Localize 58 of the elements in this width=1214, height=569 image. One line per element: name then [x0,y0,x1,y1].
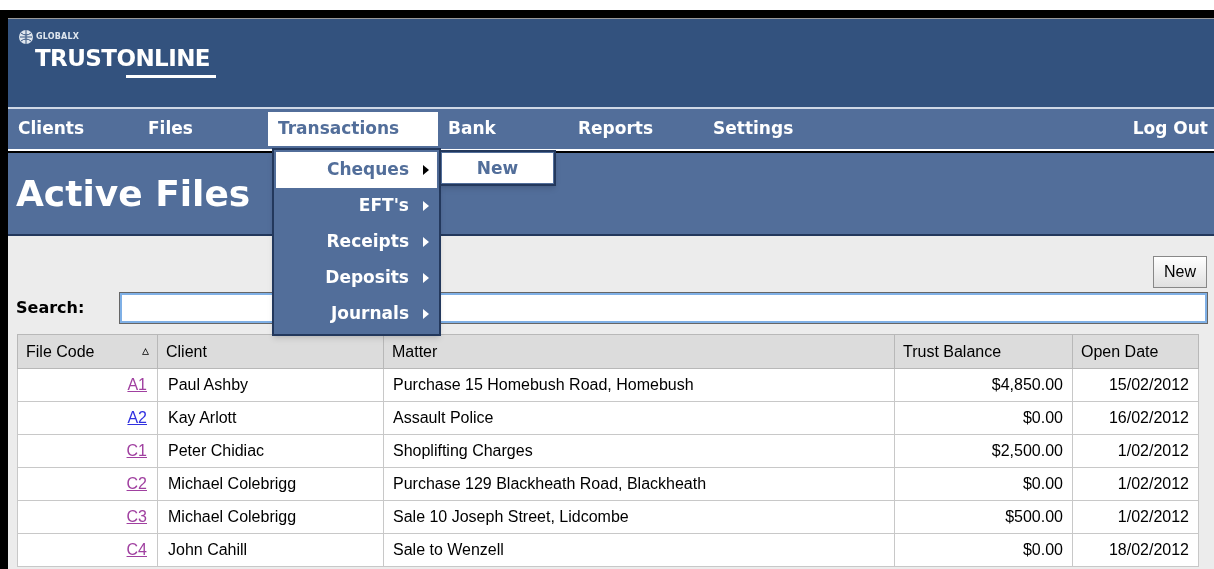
submenu-arrow-icon [423,165,429,175]
table-cell: Peter Chidiac [157,434,384,468]
table-cell: Sale 10 Joseph Street, Lidcombe [383,500,895,534]
nav-tab[interactable]: Settings [703,112,833,146]
file-code-link[interactable]: C4 [126,541,147,558]
page-title: Active Files [16,171,251,216]
table-cell: Assault Police [383,401,895,435]
table-cell: $0.00 [894,467,1073,501]
column-header[interactable]: Client [166,342,207,360]
submenu-arrow-icon [423,201,429,211]
table-cell: 15/02/2012 [1072,368,1199,402]
table-cell: Michael Colebrigg [157,467,384,501]
table-cell: $4,850.00 [894,368,1073,402]
table-cell: $2,500.00 [894,434,1073,468]
nav-tab[interactable]: Files [138,112,268,146]
search-label: Search: [16,297,85,319]
table-cell: 18/02/2012 [1072,533,1199,567]
table-cell: Purchase 129 Blackheath Road, Blackheath [383,467,895,501]
file-code-link[interactable]: C2 [126,475,147,492]
nav-tab[interactable]: Clients [8,112,138,146]
sort-indicator[interactable]: ▵ [142,339,149,364]
menu-item[interactable]: Journals [276,296,437,332]
nav-tab[interactable]: Bank [438,112,568,146]
table-cell: 1/02/2012 [1072,467,1199,501]
table-cell: Sale to Wenzell [383,533,895,567]
logout-link[interactable]: Log Out [1132,116,1214,142]
file-code-link[interactable]: C1 [126,442,147,459]
submenu-arrow-icon [423,309,429,319]
file-code-link[interactable]: A2 [127,409,147,426]
table-cell: 1/02/2012 [1072,500,1199,534]
table-cell: Paul Ashby [157,368,384,402]
file-code-link[interactable]: C3 [126,508,147,525]
table-cell: 1/02/2012 [1072,434,1199,468]
table-cell: $500.00 [894,500,1073,534]
file-code-link[interactable]: A1 [127,376,147,393]
menu-item[interactable]: EFT's [276,188,437,224]
submenu-arrow-icon [423,273,429,283]
table-cell: Purchase 15 Homebush Road, Homebush [383,368,895,402]
globe-icon [18,29,34,45]
table-cell: Michael Colebrigg [157,500,384,534]
table-cell: John Cahill [157,533,384,567]
submenu-arrow-icon [423,237,429,247]
menu-item[interactable]: Receipts [276,224,437,260]
nav-tab[interactable]: Reports [568,112,703,146]
table-cell: Shoplifting Charges [383,434,895,468]
table-cell: $0.00 [894,401,1073,435]
menu-item[interactable]: Cheques [276,152,437,188]
column-header[interactable]: File Code [26,339,95,364]
menu-item[interactable]: Deposits [276,260,437,296]
table-cell: $0.00 [894,533,1073,567]
new-button[interactable]: New [1153,256,1207,288]
table-cell: 16/02/2012 [1072,401,1199,435]
column-header[interactable]: Matter [392,342,438,360]
logo-title: TRUSTONLINE [35,45,210,71]
nav-tab[interactable]: Transactions [268,112,438,146]
table-cell: Kay Arlott [157,401,384,435]
logo-brand: GLOBALX [36,31,80,43]
menu-item[interactable]: New [442,153,553,183]
